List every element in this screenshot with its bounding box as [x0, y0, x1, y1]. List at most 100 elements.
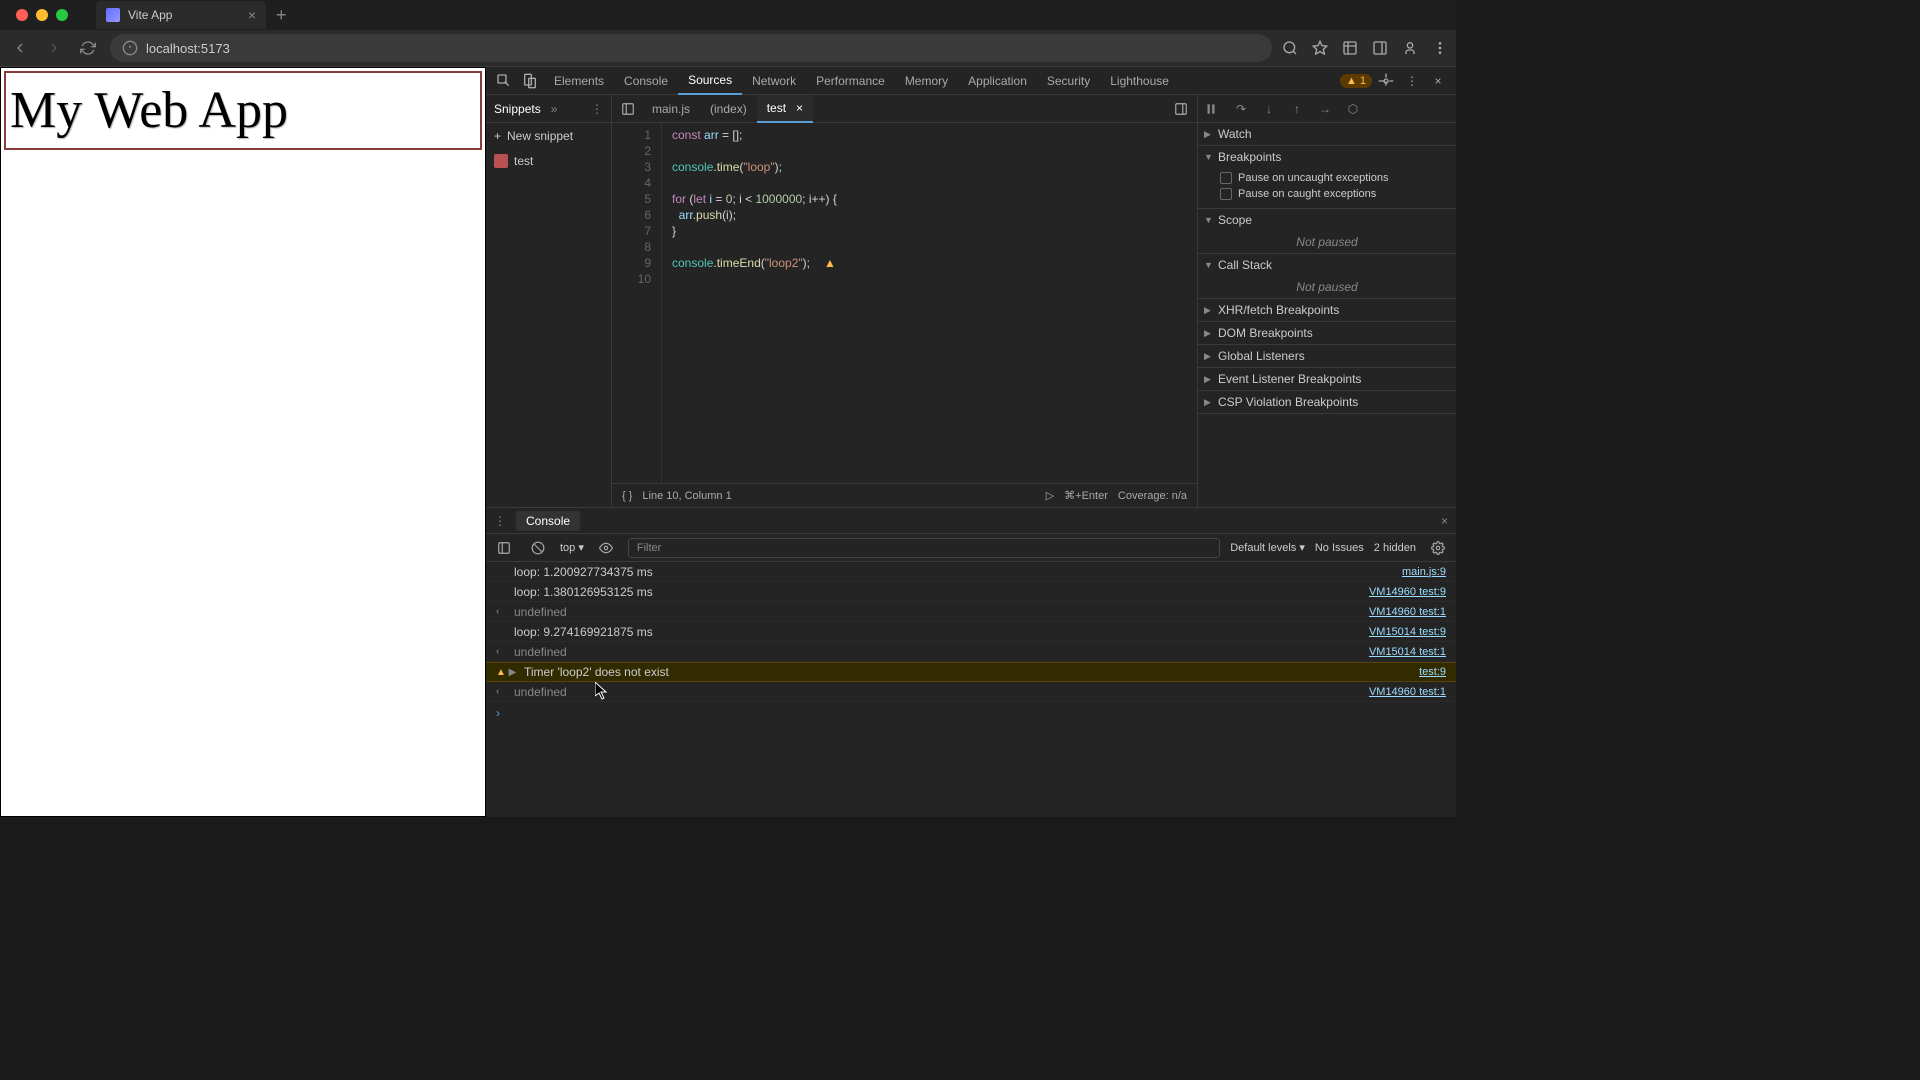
window-close-button[interactable] — [16, 9, 28, 21]
run-shortcut: ⌘+Enter — [1064, 489, 1108, 502]
csp-breakpoints-section[interactable]: ▶CSP Violation Breakpoints — [1198, 391, 1456, 413]
devtools-tab-application[interactable]: Application — [958, 67, 1037, 95]
console-settings-icon[interactable] — [1426, 541, 1450, 555]
tab-bar: Vite App × + — [0, 0, 1456, 30]
extensions-icon[interactable] — [1342, 40, 1358, 56]
callstack-section[interactable]: ▼Call Stack — [1198, 254, 1456, 276]
filter-input[interactable]: Filter — [628, 538, 1220, 558]
back-button[interactable] — [8, 36, 32, 60]
editor-column: main.js(index)test× 12345678910 const ar… — [612, 95, 1198, 507]
source-link[interactable]: test:9 — [1419, 666, 1446, 678]
editor-more-icon[interactable] — [1169, 102, 1193, 116]
sidebar-toggle-icon[interactable] — [492, 541, 516, 555]
settings-icon[interactable] — [1374, 73, 1398, 89]
more-icon[interactable]: ⋮ — [1400, 74, 1424, 88]
toggle-navigator-icon[interactable] — [616, 102, 640, 116]
event-listener-breakpoints-section[interactable]: ▶Event Listener Breakpoints — [1198, 368, 1456, 390]
cursor-position: Line 10, Column 1 — [642, 490, 731, 502]
profile-icon[interactable] — [1402, 40, 1418, 56]
devtools-tab-security[interactable]: Security — [1037, 67, 1100, 95]
console-row: loop: 1.380126953125 msVM14960 test:9 — [486, 582, 1456, 602]
run-icon[interactable]: ▷ — [1046, 489, 1054, 502]
debugger-toolbar: ↷ ↓ ↑ → ⬡ — [1198, 95, 1456, 123]
format-icon[interactable]: { } — [622, 490, 632, 502]
device-toggle-icon[interactable] — [518, 73, 542, 89]
console-prompt[interactable]: › — [486, 702, 1456, 724]
tab-title: Vite App — [128, 8, 240, 22]
inspect-icon[interactable] — [492, 73, 516, 89]
step-button[interactable]: → — [1316, 102, 1334, 116]
window-minimize-button[interactable] — [36, 9, 48, 21]
step-over-button[interactable]: ↷ — [1232, 102, 1250, 116]
window-maximize-button[interactable] — [56, 9, 68, 21]
forward-button[interactable] — [42, 36, 66, 60]
close-drawer-button[interactable]: × — [1441, 514, 1448, 528]
clear-console-icon[interactable] — [526, 541, 550, 555]
new-snippet-button[interactable]: + New snippet — [486, 123, 611, 149]
drawer-menu-icon[interactable]: ⋮ — [494, 514, 506, 528]
devtools-tab-memory[interactable]: Memory — [895, 67, 958, 95]
close-tab-icon[interactable]: × — [796, 101, 803, 115]
new-tab-button[interactable]: + — [276, 5, 287, 26]
source-link[interactable]: main.js:9 — [1402, 566, 1446, 578]
source-link[interactable]: VM14960 test:1 — [1369, 686, 1446, 698]
global-listeners-section[interactable]: ▶Global Listeners — [1198, 345, 1456, 367]
address-bar: localhost:5173 — [0, 30, 1456, 66]
close-devtools-icon[interactable]: × — [1426, 74, 1450, 88]
reload-button[interactable] — [76, 36, 100, 60]
context-selector[interactable]: top ▾ — [560, 541, 584, 554]
devtools-tab-console[interactable]: Console — [614, 67, 678, 95]
console-output[interactable]: loop: 1.200927734375 msmain.js:9loop: 1.… — [486, 562, 1456, 817]
source-link[interactable]: VM14960 test:9 — [1369, 586, 1446, 598]
browser-tab[interactable]: Vite App × — [96, 1, 266, 29]
devtools-tab-elements[interactable]: Elements — [544, 67, 614, 95]
dom-breakpoints-section[interactable]: ▶DOM Breakpoints — [1198, 322, 1456, 344]
live-expression-icon[interactable] — [594, 541, 618, 555]
snippet-item[interactable]: test — [486, 149, 611, 173]
source-link[interactable]: VM15014 test:9 — [1369, 626, 1446, 638]
console-row: loop: 1.200927734375 msmain.js:9 — [486, 562, 1456, 582]
traffic-lights — [8, 9, 76, 21]
line-gutter: 12345678910 — [612, 123, 662, 483]
code-content: const arr = []; console.time("loop"); fo… — [662, 123, 837, 483]
toolbar-icons — [1282, 40, 1448, 56]
more-tabs-icon[interactable]: » — [551, 102, 558, 116]
deactivate-bp-button[interactable]: ⬡ — [1344, 102, 1362, 116]
snippets-navigator: Snippets » ⋮ + New snippet test — [486, 95, 612, 507]
log-levels-selector[interactable]: Default levels ▾ — [1230, 541, 1305, 554]
breakpoints-section[interactable]: ▼Breakpoints — [1198, 146, 1456, 168]
console-toolbar: top ▾ Filter Default levels ▾ No Issues … — [486, 534, 1456, 562]
favicon — [106, 8, 120, 22]
issues-badge[interactable]: No Issues — [1315, 542, 1364, 554]
editor-tab[interactable]: test× — [757, 95, 813, 123]
step-out-button[interactable]: ↑ — [1288, 102, 1306, 116]
source-link[interactable]: VM14960 test:1 — [1369, 606, 1446, 618]
editor-tab[interactable]: main.js — [642, 95, 700, 123]
xhr-breakpoints-section[interactable]: ▶XHR/fetch Breakpoints — [1198, 299, 1456, 321]
menu-icon[interactable] — [1432, 40, 1448, 56]
sidepanel-icon[interactable] — [1372, 40, 1388, 56]
bookmark-icon[interactable] — [1312, 40, 1328, 56]
editor-tab[interactable]: (index) — [700, 95, 757, 123]
console-drawer-tab[interactable]: Console — [516, 511, 580, 531]
zoom-icon[interactable] — [1282, 40, 1298, 56]
devtools-tab-lighthouse[interactable]: Lighthouse — [1100, 67, 1179, 95]
snippets-tab[interactable]: Snippets — [494, 102, 541, 116]
url-text: localhost:5173 — [146, 41, 230, 56]
url-field[interactable]: localhost:5173 — [110, 34, 1272, 62]
code-editor[interactable]: 12345678910 const arr = []; console.time… — [612, 123, 1197, 483]
scope-section[interactable]: ▼Scope — [1198, 209, 1456, 231]
warnings-badge[interactable]: ▲ 1 — [1340, 74, 1372, 88]
page-heading: My Web App — [10, 81, 476, 140]
pause-uncaught-checkbox[interactable]: Pause on uncaught exceptions — [1220, 170, 1450, 186]
devtools-tab-sources[interactable]: Sources — [678, 67, 742, 95]
pause-caught-checkbox[interactable]: Pause on caught exceptions — [1220, 186, 1450, 202]
devtools-tab-performance[interactable]: Performance — [806, 67, 895, 95]
step-into-button[interactable]: ↓ — [1260, 102, 1278, 116]
source-link[interactable]: VM15014 test:1 — [1369, 646, 1446, 658]
watch-section[interactable]: ▶Watch — [1198, 123, 1456, 145]
devtools-tab-network[interactable]: Network — [742, 67, 806, 95]
tab-close-button[interactable]: × — [248, 7, 256, 23]
pause-button[interactable] — [1204, 102, 1222, 116]
navigator-more-icon[interactable]: ⋮ — [591, 102, 603, 116]
